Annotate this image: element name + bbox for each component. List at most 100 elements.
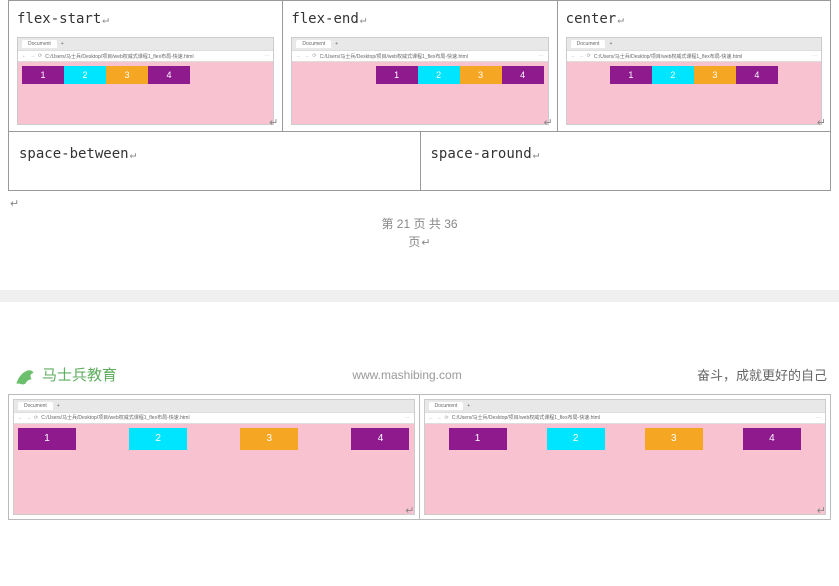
tab-plus-icon: + — [335, 41, 338, 47]
url-text: C:/Users/马士兵/Desktop/项目/web权威式课程1_flex布局… — [594, 53, 809, 60]
nav-back-icon: ← — [571, 53, 576, 59]
reload-icon: ⟳ — [312, 53, 316, 59]
url-text: C:/Users/马士兵/Desktop/项目/web权威式课程1_flex布局… — [320, 53, 536, 60]
browser-tabbar: Document + — [18, 38, 273, 50]
flex-item: 2 — [418, 66, 460, 84]
nav-back-icon: ← — [429, 415, 434, 421]
browser-addressbar: ←→⟳C:/Users/马士兵/Desktop/项目/web权威式课程1_fle… — [18, 50, 273, 62]
flex-item: 4 — [351, 428, 409, 450]
flex-item: 1 — [610, 66, 652, 84]
demo-grid-row1: flex-start↵ Document+ ←→⟳C:/Users/马士兵/De… — [8, 0, 831, 132]
line-break-glyph: ↵ — [817, 116, 826, 129]
line-break-glyph: ↵ — [360, 13, 367, 26]
browser-tabbar: Document + — [14, 400, 414, 412]
browser-addressbar: ←→⟳C:/Users/马士兵/Desktop/项目/web权威式课程1_fle… — [425, 412, 826, 424]
flex-container-fe: 1 2 3 4 — [296, 66, 543, 120]
flex-item: 3 — [694, 66, 736, 84]
menu-dots-icon: ⋯ — [264, 53, 269, 59]
nav-fwd-icon: → — [30, 53, 35, 59]
tab-plus-icon: + — [57, 403, 60, 409]
browser-tab: Document — [571, 40, 606, 48]
flex-item: 4 — [743, 428, 801, 450]
line-break-glyph: ↵ — [543, 116, 552, 129]
menu-dots-icon: ⋯ — [405, 415, 410, 421]
line-break-glyph: ↵ — [817, 504, 826, 517]
line-break-glyph: ↵ — [102, 13, 109, 26]
browser-tab: Document — [22, 40, 57, 48]
reload-icon: ⟳ — [34, 415, 38, 421]
browser-viewport: 1 2 3 4 — [567, 62, 821, 124]
browser-addressbar: ←→⟳C:/Users/马士兵/Desktop/项目/web权威式课程1_fle… — [567, 50, 821, 62]
cell-flex-end: flex-end↵ Document + ←→⟳ C:/Users/马士兵/Desk… — [282, 0, 556, 131]
nav-fwd-icon: → — [304, 53, 309, 59]
demo-grid-row2: space-between↵ space-around↵ — [8, 132, 831, 191]
paragraph-mark: ↵ — [10, 197, 839, 210]
flex-item: 4 — [736, 66, 778, 84]
browser-viewport: 1 2 3 4 — [18, 62, 273, 124]
browser-viewport: 1 2 3 4 — [14, 424, 414, 514]
browser-viewport: 1 2 3 4 — [292, 62, 547, 124]
nav-fwd-icon: → — [579, 53, 584, 59]
line-break-glyph: ↵ — [405, 504, 414, 517]
flex-item: 2 — [547, 428, 605, 450]
flex-container-sb: 1 2 3 4 — [18, 428, 410, 510]
cell-sb-demo: Document + ←→⟳C:/Users/马士兵/Desktop/项目/web… — [8, 394, 420, 520]
nav-back-icon: ← — [22, 53, 27, 59]
reload-icon: ⟳ — [445, 415, 449, 421]
reload-icon: ⟳ — [38, 53, 42, 59]
flex-container-ce: 1 2 3 4 — [571, 66, 817, 120]
nav-back-icon: ← — [18, 415, 23, 421]
page-footer-info: 第 21 页 共 36 — [0, 216, 839, 233]
nav-fwd-icon: → — [437, 415, 442, 421]
flex-item: 1 — [18, 428, 76, 450]
nav-fwd-icon: → — [26, 415, 31, 421]
mini-browser: Document + ←→⟳C:/Users/马士兵/Desktop/项目/web… — [13, 399, 415, 515]
cell-space-between: space-between↵ — [8, 132, 420, 191]
page-break — [0, 290, 839, 302]
flex-item: 1 — [22, 66, 64, 84]
browser-tabbar: Document+ — [567, 38, 821, 50]
flex-item: 2 — [652, 66, 694, 84]
flex-item: 3 — [240, 428, 298, 450]
url-text: C:/Users/马士兵/Desktop/项目/web权威式课程1_flex布局… — [45, 53, 261, 60]
tab-plus-icon: + — [609, 41, 612, 47]
label-space-around: space-around↵ — [431, 146, 821, 162]
label-space-between: space-between↵ — [19, 146, 410, 162]
mini-browser: Document + ←→⟳C:/Users/马士兵/Desktop/项目/web… — [17, 37, 274, 125]
flex-item: 2 — [64, 66, 106, 84]
mini-browser: Document+ ←→⟳C:/Users/马士兵/Desktop/项目/web… — [424, 399, 827, 515]
page-footer-info-2: 页↵ — [0, 233, 839, 250]
menu-dots-icon: ⋯ — [816, 415, 821, 421]
browser-addressbar: ←→⟳C:/Users/马士兵/Desktop/项目/web权威式课程1_fle… — [14, 412, 414, 424]
flex-item: 3 — [460, 66, 502, 84]
menu-dots-icon: ⋯ — [812, 53, 817, 59]
line-break-glyph: ↵ — [617, 13, 624, 26]
mini-browser: Document + ←→⟳ C:/Users/马士兵/Desktop/项目/web… — [291, 37, 548, 125]
flex-item: 3 — [106, 66, 148, 84]
browser-tabbar: Document + — [292, 38, 547, 50]
tab-plus-icon: + — [467, 403, 470, 409]
browser-tabbar: Document+ — [425, 400, 826, 412]
cell-center: center↵ Document+ ←→⟳C:/Users/马士兵/Deskto… — [557, 0, 831, 131]
flex-item: 4 — [502, 66, 544, 84]
browser-tab: Document — [429, 402, 464, 410]
logo: 马士兵教育 — [12, 362, 117, 388]
cell-space-around: space-around↵ — [420, 132, 832, 191]
demo-grid-bottom: Document+ ←→⟳C:/Users/马士兵/Desktop/项目/web… — [8, 394, 831, 520]
browser-tab: Document — [296, 40, 331, 48]
flex-item: 2 — [129, 428, 187, 450]
line-break-glyph: ↵ — [533, 148, 540, 161]
browser-tab: Document — [18, 402, 53, 410]
cell-flex-start: flex-start↵ Document+ ←→⟳C:/Users/马士兵/De… — [8, 0, 282, 131]
page-header-band: 马士兵教育 www.mashibing.com 奋斗，成就更好的自己 — [0, 362, 839, 388]
nav-back-icon: ← — [296, 53, 301, 59]
flex-item: 3 — [645, 428, 703, 450]
cell-sa-demo: Document+ ←→⟳C:/Users/马士兵/Desktop/项目/web… — [420, 394, 832, 520]
label-flex-end: flex-end↵ — [291, 11, 548, 27]
url-text: C:/Users/马士兵/Desktop/项目/web权威式课程1_flex布局… — [41, 414, 401, 421]
line-break-glyph: ↵ — [269, 116, 278, 129]
flex-container-sa: 1 2 3 4 — [429, 428, 822, 510]
tab-plus-icon: + — [61, 41, 64, 47]
slogan: 奋斗，成就更好的自己 — [697, 365, 827, 384]
browser-addressbar: ←→⟳ C:/Users/马士兵/Desktop/项目/web权威式课程1_fle… — [292, 50, 547, 62]
